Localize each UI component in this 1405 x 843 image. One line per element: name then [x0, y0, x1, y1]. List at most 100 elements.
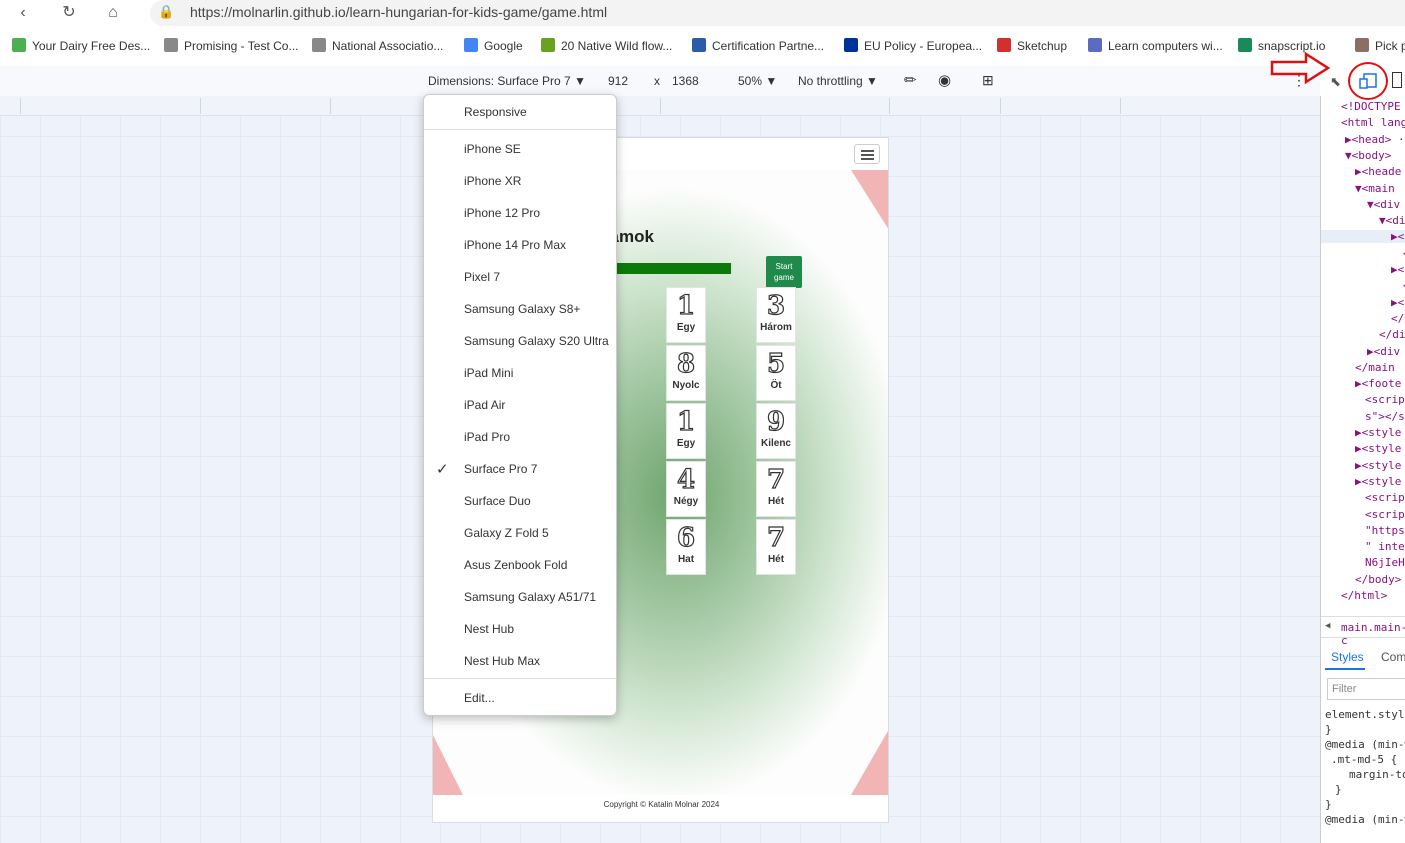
device-option[interactable]: Nest Hub [464, 622, 514, 636]
device-toggle-icon[interactable] [1358, 72, 1378, 90]
tab-styles[interactable]: Styles [1331, 650, 1364, 664]
dom-node-line[interactable]: <script [1365, 491, 1405, 504]
number-card[interactable]: 3 Három [756, 287, 796, 343]
dom-node-line[interactable]: ▶<heade [1355, 165, 1401, 178]
device-option[interactable]: Samsung Galaxy S20 Ultra [464, 334, 609, 348]
number-card[interactable]: 8 Nyolc [666, 345, 706, 401]
rotate-icon[interactable]: ⊞ [982, 72, 994, 89]
url-text[interactable]: https://molnarlin.github.io/learn-hungar… [190, 4, 607, 20]
dom-node-line[interactable]: ▶< [1391, 263, 1404, 276]
css-rule-line[interactable]: element.style [1325, 708, 1405, 721]
dimensions-dropdown[interactable]: Dimensions: Surface Pro 7 ▼ [428, 74, 586, 88]
number-card[interactable]: 6 Hat [666, 519, 706, 575]
number-card[interactable]: 1 Egy [666, 403, 706, 459]
bookmark-item[interactable]: Your Dairy Free Des... [12, 38, 150, 56]
dom-node-line[interactable]: </div [1379, 328, 1405, 341]
device-option[interactable]: Nest Hub Max [464, 654, 540, 668]
bookmark-item[interactable]: 20 Native Wild flow... [541, 38, 672, 56]
dom-node-line[interactable]: </main [1355, 361, 1395, 374]
home-icon[interactable]: ⌂ [102, 2, 124, 24]
styles-filter-input[interactable]: Filter [1327, 678, 1405, 700]
css-rule-line[interactable]: @media (min-w [1325, 813, 1405, 826]
device-option[interactable]: Surface Duo [464, 494, 531, 508]
dom-node-line[interactable]: <!DOCTYPE [1341, 100, 1401, 113]
device-option[interactable]: Galaxy Z Fold 5 [464, 526, 549, 540]
dom-node-line[interactable]: <script [1365, 508, 1405, 521]
back-icon[interactable]: ‹ [12, 2, 34, 24]
dom-node-line[interactable]: "https [1365, 524, 1405, 537]
bookmark-item[interactable]: EU Policy - Europea... [844, 38, 982, 56]
number-card[interactable]: 7 Hét [756, 519, 796, 575]
dom-node-line[interactable]: ▶<style [1355, 459, 1401, 472]
dom-node-line[interactable]: s"></s [1365, 410, 1405, 423]
css-rule-line[interactable]: } [1335, 783, 1342, 796]
device-option[interactable]: Samsung Galaxy A51/71 [464, 590, 596, 604]
dom-node-line[interactable]: </body> [1355, 573, 1401, 586]
device-option[interactable]: Asus Zenbook Fold [464, 558, 567, 572]
zoom-dropdown[interactable]: 50% ▼ [738, 74, 777, 88]
device-option[interactable]: Surface Pro 7 [464, 462, 537, 476]
dom-node-line[interactable]: N6jIeH [1365, 556, 1405, 569]
device-option[interactable]: iPhone XR [464, 174, 521, 188]
device-option[interactable]: iPad Mini [464, 366, 513, 380]
device-option[interactable]: iPhone SE [464, 142, 521, 156]
bookmark-item[interactable]: National Associatio... [312, 38, 443, 56]
css-rule-line[interactable]: margin-to [1349, 768, 1405, 781]
device-option[interactable]: Pixel 7 [464, 270, 500, 284]
number-card[interactable]: 1 Egy [666, 287, 706, 343]
dom-node-line[interactable]: ▶<div [1367, 345, 1400, 358]
bookmark-item[interactable]: Sketchup [997, 38, 1067, 56]
dom-node-line[interactable]: ▼<di [1379, 214, 1405, 227]
dom-node-line[interactable]: </html> [1341, 589, 1387, 602]
eye-icon[interactable]: ◉ [938, 71, 951, 89]
tab-computed[interactable]: Com [1381, 650, 1405, 664]
dom-node-line[interactable]: </d [1391, 312, 1405, 325]
device-option[interactable]: iPad Pro [464, 430, 510, 444]
dom-node-line[interactable]: <html lang [1341, 116, 1405, 129]
device-option[interactable]: iPhone 14 Pro Max [464, 238, 566, 252]
lock-icon[interactable]: 🔒 [158, 4, 174, 20]
height-field[interactable]: 1368 [672, 74, 699, 88]
breadcrumb[interactable]: main.main-c [1341, 621, 1405, 647]
device-option[interactable]: iPad Air [464, 398, 505, 412]
device-option[interactable]: Responsive [464, 105, 527, 119]
device-option[interactable]: Edit... [464, 691, 495, 705]
dom-node-line[interactable]: ▶<style [1355, 426, 1401, 439]
dom-node-line[interactable]: ▼<body> [1345, 149, 1391, 162]
throttling-dropdown[interactable]: No throttling ▼ [798, 74, 878, 88]
start-game-button[interactable]: Start game [766, 256, 802, 288]
dom-node-line[interactable]: ▶<head> ··· [1345, 133, 1405, 146]
width-field[interactable]: 912 [608, 74, 628, 88]
css-rule-line[interactable]: } [1325, 798, 1332, 811]
bookmark-item[interactable]: Pick p [1355, 38, 1405, 56]
dom-node-line[interactable]: " integ [1365, 540, 1405, 553]
eyedropper-icon[interactable]: ✏ [904, 71, 917, 89]
dom-node-line[interactable]: ▶<style [1355, 442, 1401, 455]
number-card[interactable]: 9 Kilenc [756, 403, 796, 459]
dom-node-line[interactable]: <script [1365, 393, 1405, 406]
caret-left-icon[interactable]: ◀ [1325, 621, 1330, 631]
number-card[interactable]: 4 Négy [666, 461, 706, 517]
css-rule-line[interactable]: } [1325, 723, 1332, 736]
dom-node-line[interactable]: ▶< [1391, 296, 1404, 309]
bookmark-item[interactable]: Promising - Test Co... [164, 38, 298, 56]
dom-node-line[interactable]: ▶< [1321, 230, 1405, 244]
dock-icon[interactable] [1392, 72, 1402, 88]
annotation-arrow-icon [1270, 52, 1331, 84]
bookmark-item[interactable]: Certification Partne... [692, 38, 824, 56]
device-option[interactable]: iPhone 12 Pro [464, 206, 540, 220]
bookmark-item[interactable]: Google [464, 38, 523, 56]
inspect-element-icon[interactable]: ⬉ [1330, 74, 1341, 90]
number-card[interactable]: 5 Öt [756, 345, 796, 401]
reload-icon[interactable]: ↻ [58, 2, 80, 24]
dom-node-line[interactable]: ▼<main [1355, 182, 1395, 195]
number-card[interactable]: 7 Hét [756, 461, 796, 517]
css-rule-line[interactable]: .mt-md-5 { [1331, 753, 1397, 766]
bookmark-item[interactable]: Learn computers wi... [1088, 38, 1223, 56]
dom-node-line[interactable]: ▶<style [1355, 475, 1401, 488]
dom-node-line[interactable]: ▶<foote [1355, 377, 1401, 390]
dom-node-line[interactable]: ▼<div [1367, 198, 1400, 211]
css-rule-line[interactable]: @media (min-w [1325, 738, 1405, 751]
hamburger-menu-icon[interactable] [854, 144, 880, 164]
device-option[interactable]: Samsung Galaxy S8+ [464, 302, 580, 316]
